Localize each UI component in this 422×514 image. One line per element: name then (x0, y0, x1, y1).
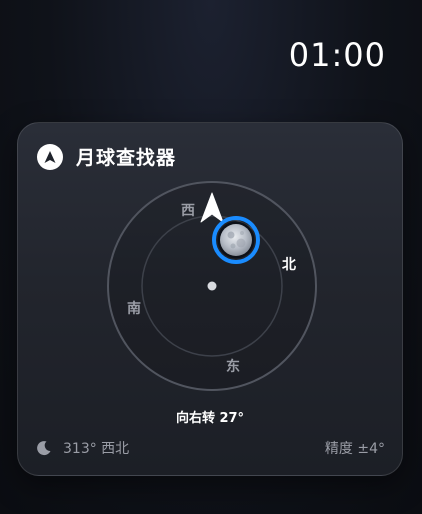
turn-instruction: 向右转 27° (175, 411, 245, 426)
moon-bearing: 313° 西北 (36, 438, 129, 458)
moon-finder-widget[interactable]: 月球查找器 西 北 南 东 向右转 27° 313° 西北 精度 ±4° (17, 122, 403, 476)
moon-icon (220, 224, 252, 256)
accuracy-text: 精度 ±4° (324, 441, 385, 457)
navigation-arrow-icon (37, 143, 63, 170)
direction-west-label: 西 (181, 203, 195, 219)
status-time: 01:00 (288, 36, 386, 74)
moon-position-marker[interactable] (212, 216, 260, 264)
bearing-text: 313° 西北 (63, 441, 130, 457)
compass-center-dot (207, 281, 217, 291)
widget-header: 月球查找器 (37, 143, 176, 170)
widget-title: 月球查找器 (76, 147, 177, 169)
compass-dial: 西 北 南 东 (106, 180, 318, 392)
direction-north-label: 北 (282, 257, 296, 273)
direction-east-label: 东 (226, 359, 240, 375)
direction-south-label: 南 (127, 301, 141, 317)
crescent-moon-icon (36, 440, 52, 456)
